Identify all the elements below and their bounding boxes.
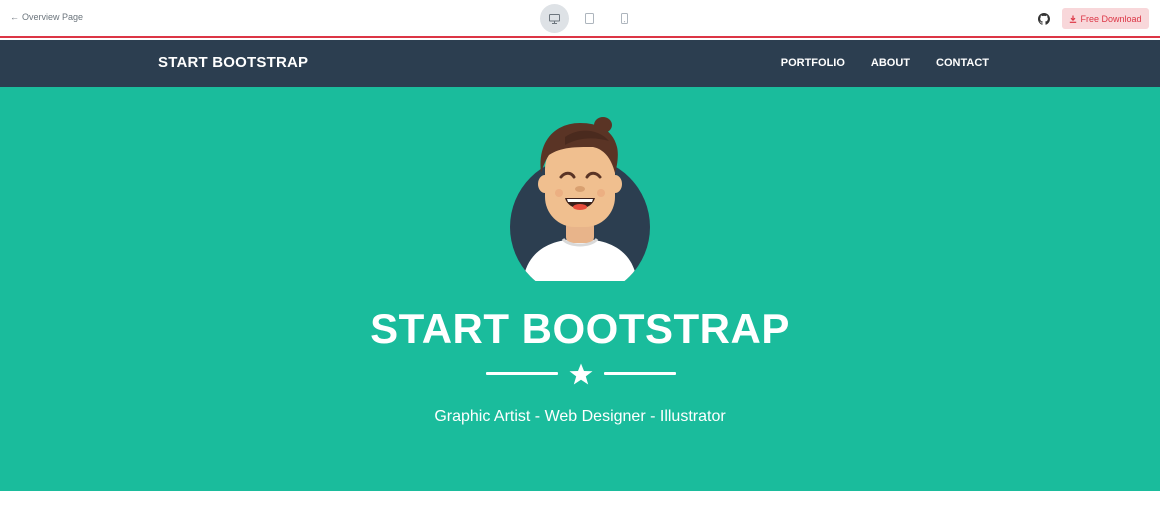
star-icon [569, 363, 593, 385]
github-icon [1038, 13, 1050, 25]
mobile-view-button[interactable] [610, 4, 639, 33]
page-content-below [0, 491, 1160, 505]
desktop-view-button[interactable] [540, 4, 569, 33]
nav-link-contact[interactable]: CONTACT [936, 57, 989, 69]
divider-line-right [604, 372, 676, 375]
overview-page-label: Overview Page [22, 12, 84, 22]
divider-line-left [486, 372, 558, 375]
github-button[interactable] [1038, 12, 1052, 26]
arrow-left-icon: ← [10, 12, 19, 22]
download-icon [1070, 15, 1077, 23]
masthead-subheading: Graphic Artist - Web Designer - Illustra… [434, 408, 726, 425]
overview-page-link[interactable]: ← Overview Page [10, 12, 83, 22]
navbar-brand[interactable]: START BOOTSTRAP [158, 54, 308, 71]
nav-link-portfolio[interactable]: PORTFOLIO [781, 57, 845, 69]
desktop-icon [549, 13, 560, 24]
preview-toolbar: ← Overview Page Free Download [0, 0, 1160, 38]
site-navbar: START BOOTSTRAP PORTFOLIO ABOUT CONTACT [0, 40, 1160, 87]
device-switcher [540, 4, 639, 33]
masthead-heading: START BOOTSTRAP [370, 305, 790, 352]
masthead: START BOOTSTRAP Graphic Artist - Web Des… [0, 87, 1160, 491]
nav-links: PORTFOLIO ABOUT CONTACT [781, 57, 989, 69]
tablet-icon [585, 13, 594, 24]
mobile-icon [621, 13, 628, 24]
avatar-illustration [510, 117, 650, 281]
divider-custom [486, 363, 676, 385]
nav-link-about[interactable]: ABOUT [871, 57, 910, 69]
free-download-label: Free Download [1080, 13, 1142, 24]
tablet-view-button[interactable] [575, 4, 604, 33]
free-download-button[interactable]: Free Download [1062, 8, 1149, 29]
